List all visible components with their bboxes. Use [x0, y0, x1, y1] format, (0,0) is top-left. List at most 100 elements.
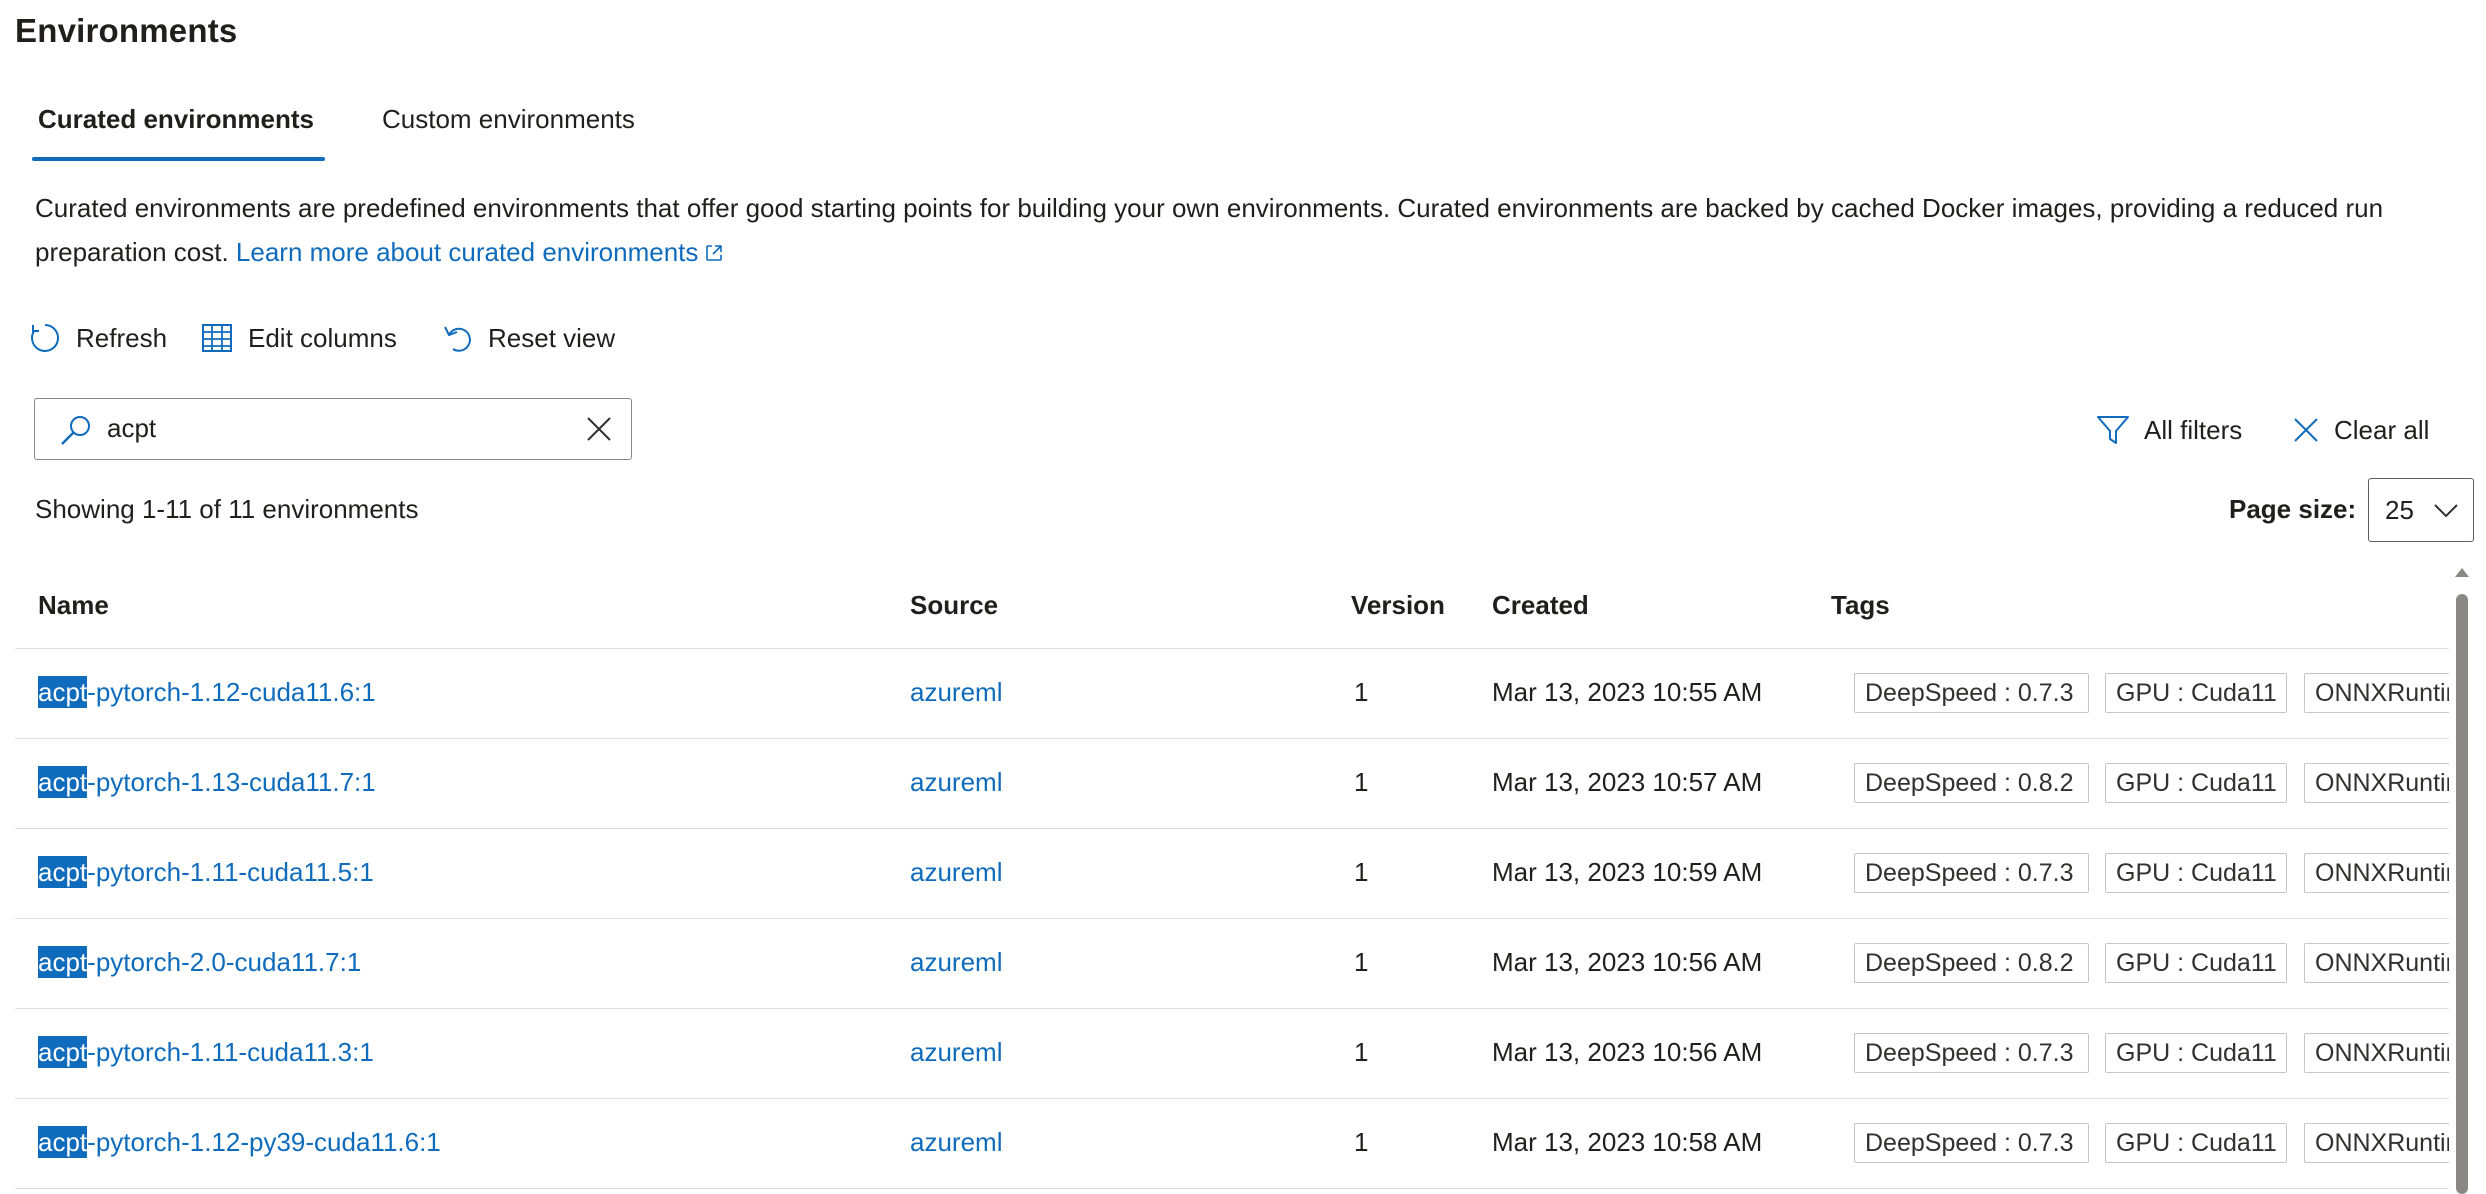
- tag-badge: GPU : Cuda11: [2105, 943, 2287, 983]
- created-cell: Mar 13, 2023 10:57 AM: [1492, 767, 1763, 797]
- tab-curated-environments[interactable]: Curated environments: [38, 104, 314, 135]
- clear-all-label: Clear all: [2334, 414, 2430, 445]
- version-cell: 1: [1354, 947, 1369, 977]
- clear-all-button[interactable]: Clear all: [2292, 410, 2429, 450]
- version-cell: 1: [1354, 767, 1369, 797]
- page-title: Environments: [15, 12, 238, 49]
- scroll-up-arrow[interactable]: [2455, 568, 2469, 577]
- tags-cell: DeepSpeed : 0.7.3 GPU : Cuda11 ONNXRuntime: [1839, 853, 2449, 897]
- column-header-name[interactable]: Name: [38, 590, 109, 621]
- search-match-highlight: acpt: [38, 946, 88, 978]
- tag-badge: DeepSpeed : 0.7.3: [1854, 673, 2089, 713]
- refresh-label: Refresh: [76, 322, 168, 353]
- column-header-source[interactable]: Source: [910, 590, 998, 621]
- all-filters-button[interactable]: All filters: [2096, 410, 2242, 450]
- tag-badge: GPU : Cuda11: [2105, 1123, 2287, 1163]
- environment-name-rest: -pytorch-1.11-cuda11.5:1: [87, 857, 374, 887]
- tag-badge: DeepSpeed : 0.7.3: [1854, 853, 2089, 893]
- external-link-icon: [704, 232, 724, 276]
- tag-badge: DeepSpeed : 0.7.3: [1854, 1123, 2089, 1163]
- tags-cell: DeepSpeed : 0.7.3 GPU : Cuda11 ONNXRuntime: [1839, 673, 2449, 717]
- version-cell: 1: [1354, 1037, 1369, 1067]
- chevron-down-icon: [2433, 501, 2459, 524]
- source-link[interactable]: azureml: [910, 767, 1002, 798]
- created-cell: Mar 13, 2023 10:59 AM: [1492, 857, 1763, 887]
- tag-badge: DeepSpeed : 0.7.3: [1854, 1033, 2089, 1073]
- reset-view-label: Reset view: [488, 322, 616, 353]
- created-cell: Mar 13, 2023 10:58 AM: [1492, 1127, 1763, 1157]
- search-icon: [59, 414, 93, 453]
- environment-name-rest: -pytorch-2.0-cuda11.7:1: [87, 947, 362, 977]
- environment-name-rest: -pytorch-1.13-cuda11.7:1: [87, 767, 376, 797]
- environment-name-link[interactable]: acpt-pytorch-1.12-py39-cuda11.6:1: [38, 1126, 441, 1158]
- search-match-highlight: acpt: [38, 1126, 88, 1158]
- search-box: [34, 398, 632, 460]
- edit-columns-label: Edit columns: [248, 322, 397, 353]
- tag-badge: ONNXRuntime: [2304, 1033, 2449, 1073]
- selected-tab-indicator: [32, 157, 325, 161]
- environment-name-link[interactable]: acpt-pytorch-1.13-cuda11.7:1: [38, 766, 376, 798]
- tag-badge: ONNXRuntime: [2304, 1123, 2449, 1163]
- search-input[interactable]: [107, 411, 537, 445]
- tags-cell: DeepSpeed : 0.8.2 GPU : Cuda11 ONNXRuntime: [1839, 943, 2449, 987]
- table-row[interactable]: acpt-pytorch-2.0-cuda11.7:1 azureml 1 Mar 1…: [15, 919, 2449, 1009]
- tag-badge: ONNXRuntime: [2304, 943, 2449, 983]
- source-link[interactable]: azureml: [910, 677, 1002, 708]
- source-link[interactable]: azureml: [910, 947, 1002, 978]
- tab-custom-environments[interactable]: Custom environments: [382, 104, 635, 135]
- page-size-label: Page size:: [2229, 494, 2357, 524]
- table-row[interactable]: acpt-pytorch-1.12-py39-cuda11.6:1 azureml…: [15, 1099, 2449, 1189]
- tags-cell: DeepSpeed : 0.7.3 GPU : Cuda11 ONNXRuntime: [1839, 1033, 2449, 1077]
- edit-columns-icon: [200, 321, 234, 355]
- environments-table: acpt-pytorch-1.12-cuda11.6:1 azureml 1 Mar …: [0, 649, 2450, 1189]
- environment-name-link[interactable]: acpt-pytorch-1.12-cuda11.6:1: [38, 676, 376, 708]
- curated-description: Curated environments are predefined envi…: [35, 186, 2455, 276]
- clear-search-icon[interactable]: [585, 415, 613, 448]
- page-size-value: 25: [2385, 495, 2414, 525]
- source-link[interactable]: azureml: [910, 1127, 1002, 1158]
- table-row[interactable]: acpt-pytorch-1.11-cuda11.3:1 azureml 1 Mar …: [15, 1009, 2449, 1099]
- refresh-icon: [28, 321, 62, 355]
- page-size-dropdown[interactable]: 25: [2368, 478, 2474, 542]
- tag-badge: ONNXRuntime: [2304, 673, 2449, 713]
- tag-badge: ONNXRuntime: [2304, 853, 2449, 893]
- all-filters-label: All filters: [2144, 414, 2243, 445]
- tag-badge: DeepSpeed : 0.8.2: [1854, 943, 2089, 983]
- tag-badge: DeepSpeed : 0.8.2: [1854, 763, 2089, 803]
- scrollbar-thumb[interactable]: [2456, 594, 2468, 1194]
- environment-name-rest: -pytorch-1.12-cuda11.6:1: [87, 677, 376, 707]
- search-match-highlight: acpt: [38, 856, 88, 888]
- filter-icon: [2096, 413, 2130, 447]
- tag-badge: GPU : Cuda11: [2105, 763, 2287, 803]
- column-header-tags[interactable]: Tags: [1831, 590, 1890, 621]
- tag-badge: GPU : Cuda11: [2105, 1033, 2287, 1073]
- search-match-highlight: acpt: [38, 676, 88, 708]
- tag-badge: GPU : Cuda11: [2105, 853, 2287, 893]
- table-row[interactable]: acpt-pytorch-1.13-cuda11.7:1 azureml 1 Mar …: [15, 739, 2449, 829]
- tag-badge: GPU : Cuda11: [2105, 673, 2287, 713]
- environment-name-link[interactable]: acpt-pytorch-2.0-cuda11.7:1: [38, 946, 362, 978]
- reset-view-button[interactable]: Reset view: [440, 318, 615, 358]
- vertical-scrollbar[interactable]: [2451, 568, 2471, 1194]
- source-link[interactable]: azureml: [910, 857, 1002, 888]
- search-match-highlight: acpt: [38, 766, 88, 798]
- environment-name-link[interactable]: acpt-pytorch-1.11-cuda11.3:1: [38, 1036, 374, 1068]
- reset-view-icon: [440, 321, 474, 355]
- source-link[interactable]: azureml: [910, 1037, 1002, 1068]
- environment-name-link[interactable]: acpt-pytorch-1.11-cuda11.5:1: [38, 856, 374, 888]
- column-header-created[interactable]: Created: [1492, 590, 1589, 621]
- refresh-button[interactable]: Refresh: [28, 318, 167, 358]
- table-row[interactable]: acpt-pytorch-1.12-cuda11.6:1 azureml 1 Mar …: [15, 649, 2449, 739]
- created-cell: Mar 13, 2023 10:56 AM: [1492, 1037, 1763, 1067]
- learn-more-link[interactable]: Learn more about curated environments: [236, 237, 725, 267]
- environment-name-rest: -pytorch-1.11-cuda11.3:1: [87, 1037, 374, 1067]
- tags-cell: DeepSpeed : 0.7.3 GPU : Cuda11 ONNXRuntime: [1839, 1123, 2449, 1167]
- created-cell: Mar 13, 2023 10:56 AM: [1492, 947, 1763, 977]
- version-cell: 1: [1354, 1127, 1369, 1157]
- edit-columns-button[interactable]: Edit columns: [200, 318, 397, 358]
- environment-name-rest: -pytorch-1.12-py39-cuda11.6:1: [87, 1127, 441, 1157]
- column-header-version[interactable]: Version: [1351, 590, 1445, 621]
- results-count: Showing 1-11 of 11 environments: [35, 494, 419, 524]
- table-row[interactable]: acpt-pytorch-1.11-cuda11.5:1 azureml 1 Mar …: [15, 829, 2449, 919]
- environments-page: Environments Curated environments Custom…: [0, 0, 2486, 1194]
